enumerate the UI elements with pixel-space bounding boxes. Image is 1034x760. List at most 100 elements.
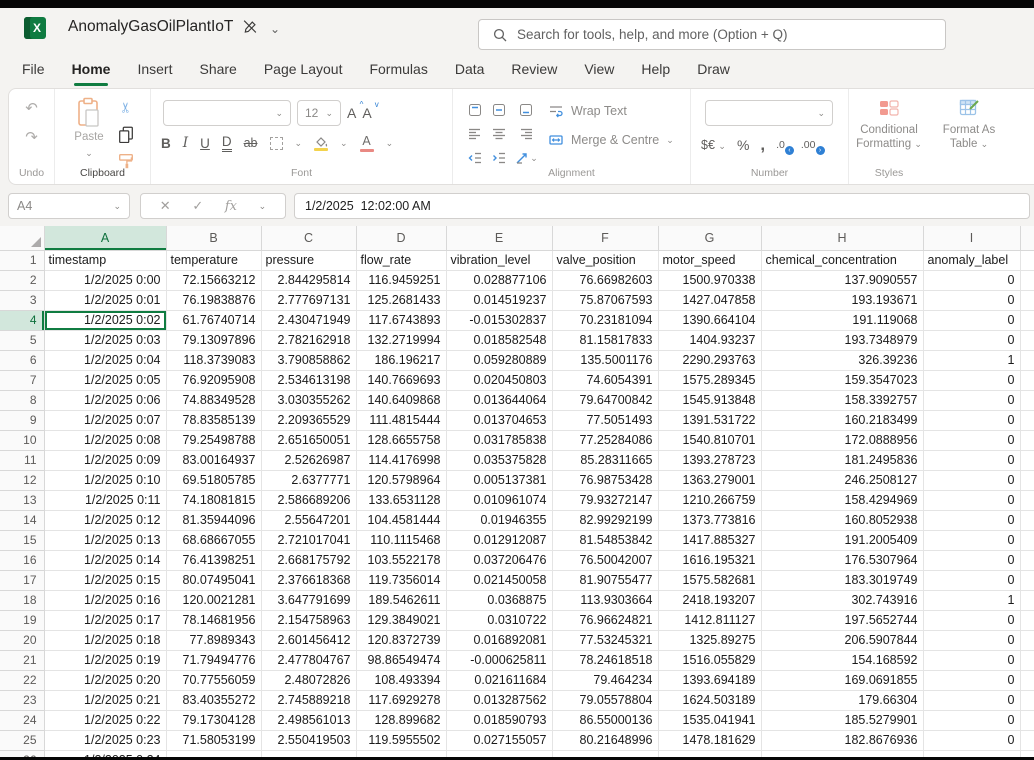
cell-H11[interactable]: 181.2495836 bbox=[761, 450, 923, 470]
cell-I7[interactable]: 0 bbox=[923, 370, 1020, 390]
cell-E13[interactable]: 0.010961074 bbox=[446, 490, 552, 510]
cell-G11[interactable]: 1393.278723 bbox=[658, 450, 761, 470]
cell-clipped[interactable] bbox=[1020, 250, 1034, 270]
decrease-decimal-button[interactable]: .00› bbox=[801, 139, 821, 151]
cell-F9[interactable]: 77.5051493 bbox=[552, 410, 658, 430]
search-bar[interactable]: Search for tools, help, and more (Option… bbox=[478, 19, 946, 50]
cell-H25[interactable]: 182.8676936 bbox=[761, 730, 923, 750]
cell-I14[interactable]: 0 bbox=[923, 510, 1020, 530]
column-header-C[interactable]: C bbox=[261, 226, 356, 250]
currency-format-button[interactable]: $€ ⌄ bbox=[701, 138, 726, 152]
paste-button[interactable]: Paste ⌄ bbox=[67, 97, 111, 161]
cell-I8[interactable]: 0 bbox=[923, 390, 1020, 410]
cell-B13[interactable]: 74.18081815 bbox=[166, 490, 261, 510]
row-header-24[interactable]: 24 bbox=[0, 710, 44, 730]
percent-format-button[interactable]: % bbox=[737, 137, 749, 153]
cell-A21[interactable]: 1/2/2025 0:19 bbox=[44, 650, 166, 670]
cell-H26[interactable] bbox=[761, 750, 923, 757]
cell-D15[interactable]: 110.1115468 bbox=[356, 530, 446, 550]
cell-I25[interactable]: 0 bbox=[923, 730, 1020, 750]
row-header-22[interactable]: 22 bbox=[0, 670, 44, 690]
cell-H5[interactable]: 193.7348979 bbox=[761, 330, 923, 350]
cell-G2[interactable]: 1500.970338 bbox=[658, 270, 761, 290]
cell-G10[interactable]: 1540.810701 bbox=[658, 430, 761, 450]
italic-button[interactable]: I bbox=[183, 137, 188, 151]
menu-help[interactable]: Help bbox=[641, 61, 670, 77]
cell-D22[interactable]: 108.493394 bbox=[356, 670, 446, 690]
cell-F6[interactable]: 135.5001176 bbox=[552, 350, 658, 370]
cell-A8[interactable]: 1/2/2025 0:06 bbox=[44, 390, 166, 410]
cell-A13[interactable]: 1/2/2025 0:11 bbox=[44, 490, 166, 510]
cell-F11[interactable]: 85.28311665 bbox=[552, 450, 658, 470]
cell-clipped[interactable] bbox=[1020, 270, 1034, 290]
cell-E18[interactable]: 0.0368875 bbox=[446, 590, 552, 610]
cell-D6[interactable]: 186.196217 bbox=[356, 350, 446, 370]
cell-clipped[interactable] bbox=[1020, 530, 1034, 550]
row-header-14[interactable]: 14 bbox=[0, 510, 44, 530]
cell-E10[interactable]: 0.031785838 bbox=[446, 430, 552, 450]
row-header-23[interactable]: 23 bbox=[0, 690, 44, 710]
cell-clipped[interactable] bbox=[1020, 350, 1034, 370]
cell-C6[interactable]: 3.790858862 bbox=[261, 350, 356, 370]
cell-C14[interactable]: 2.55647201 bbox=[261, 510, 356, 530]
row-header-5[interactable]: 5 bbox=[0, 330, 44, 350]
cell-F14[interactable]: 82.99292199 bbox=[552, 510, 658, 530]
wrap-text-button[interactable]: Wrap Text bbox=[548, 103, 674, 119]
cell-E21[interactable]: -0.000625811 bbox=[446, 650, 552, 670]
cell-A14[interactable]: 1/2/2025 0:12 bbox=[44, 510, 166, 530]
cell-B1[interactable]: temperature bbox=[166, 250, 261, 270]
cell-F13[interactable]: 79.93272147 bbox=[552, 490, 658, 510]
cell-H16[interactable]: 176.5307964 bbox=[761, 550, 923, 570]
cell-C13[interactable]: 2.586689206 bbox=[261, 490, 356, 510]
cell-I3[interactable]: 0 bbox=[923, 290, 1020, 310]
cell-F12[interactable]: 76.98753428 bbox=[552, 470, 658, 490]
cell-E1[interactable]: vibration_level bbox=[446, 250, 552, 270]
cell-E24[interactable]: 0.018590793 bbox=[446, 710, 552, 730]
font-color-button[interactable]: A bbox=[360, 135, 374, 152]
fill-color-button[interactable] bbox=[314, 136, 328, 151]
cell-B10[interactable]: 79.25498788 bbox=[166, 430, 261, 450]
cell-B12[interactable]: 69.51805785 bbox=[166, 470, 261, 490]
double-underline-button[interactable]: D bbox=[222, 135, 232, 152]
cell-I6[interactable]: 1 bbox=[923, 350, 1020, 370]
cell-I19[interactable]: 0 bbox=[923, 610, 1020, 630]
cell-F17[interactable]: 81.90755477 bbox=[552, 570, 658, 590]
cell-G14[interactable]: 1373.773816 bbox=[658, 510, 761, 530]
merge-centre-button[interactable]: Merge & Centre ⌄ bbox=[548, 132, 674, 148]
cell-D26[interactable] bbox=[356, 750, 446, 757]
cell-E14[interactable]: 0.01946355 bbox=[446, 510, 552, 530]
row-header-2[interactable]: 2 bbox=[0, 270, 44, 290]
cell-D5[interactable]: 132.2719994 bbox=[356, 330, 446, 350]
cell-C3[interactable]: 2.777697131 bbox=[261, 290, 356, 310]
cell-A24[interactable]: 1/2/2025 0:22 bbox=[44, 710, 166, 730]
cell-H18[interactable]: 302.743916 bbox=[761, 590, 923, 610]
cell-B17[interactable]: 80.07495041 bbox=[166, 570, 261, 590]
cell-D11[interactable]: 114.4176998 bbox=[356, 450, 446, 470]
menu-formulas[interactable]: Formulas bbox=[369, 61, 427, 77]
cell-G5[interactable]: 1404.93237 bbox=[658, 330, 761, 350]
cell-E26[interactable] bbox=[446, 750, 552, 757]
cell-F15[interactable]: 81.54853842 bbox=[552, 530, 658, 550]
align-center-icon[interactable] bbox=[491, 126, 507, 142]
cell-H19[interactable]: 197.5652744 bbox=[761, 610, 923, 630]
cell-B2[interactable]: 72.15663212 bbox=[166, 270, 261, 290]
cell-C22[interactable]: 2.48072826 bbox=[261, 670, 356, 690]
menu-share[interactable]: Share bbox=[199, 61, 236, 77]
cell-clipped[interactable] bbox=[1020, 590, 1034, 610]
menu-data[interactable]: Data bbox=[455, 61, 485, 77]
cell-G4[interactable]: 1390.664104 bbox=[658, 310, 761, 330]
row-header-10[interactable]: 10 bbox=[0, 430, 44, 450]
cell-C18[interactable]: 3.647791699 bbox=[261, 590, 356, 610]
row-header-26[interactable]: 26 bbox=[0, 750, 44, 757]
row-header-17[interactable]: 17 bbox=[0, 570, 44, 590]
cell-I24[interactable]: 0 bbox=[923, 710, 1020, 730]
cell-B3[interactable]: 76.19838876 bbox=[166, 290, 261, 310]
cell-B9[interactable]: 78.83585139 bbox=[166, 410, 261, 430]
cell-B4[interactable]: 61.76740714 bbox=[166, 310, 261, 330]
cell-F19[interactable]: 76.96624821 bbox=[552, 610, 658, 630]
format-as-table-button[interactable]: Format AsTable ⌄ bbox=[931, 97, 1007, 152]
cell-B20[interactable]: 77.8989343 bbox=[166, 630, 261, 650]
cell-I5[interactable]: 0 bbox=[923, 330, 1020, 350]
cell-C11[interactable]: 2.52626987 bbox=[261, 450, 356, 470]
cell-D12[interactable]: 120.5798964 bbox=[356, 470, 446, 490]
